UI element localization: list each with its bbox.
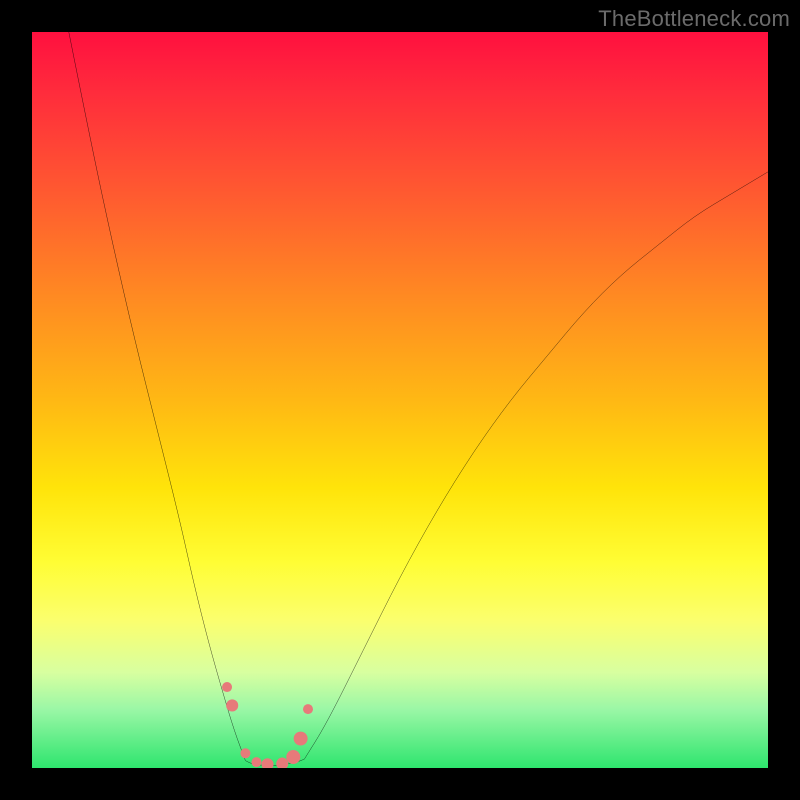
marker-dot (303, 704, 313, 714)
marker-dot (226, 699, 238, 711)
bottleneck-curve (69, 32, 768, 766)
marker-dot (286, 750, 300, 764)
marker-layer (222, 682, 313, 768)
curve-layer (32, 32, 768, 768)
marker-dot (261, 758, 273, 768)
marker-dot (276, 758, 288, 768)
marker-dot (240, 748, 250, 758)
plot-area (32, 32, 768, 768)
marker-dot (251, 757, 261, 767)
marker-dot (222, 682, 232, 692)
marker-dot (294, 732, 308, 746)
outer-frame: TheBottleneck.com (0, 0, 800, 800)
watermark-text: TheBottleneck.com (598, 6, 790, 32)
